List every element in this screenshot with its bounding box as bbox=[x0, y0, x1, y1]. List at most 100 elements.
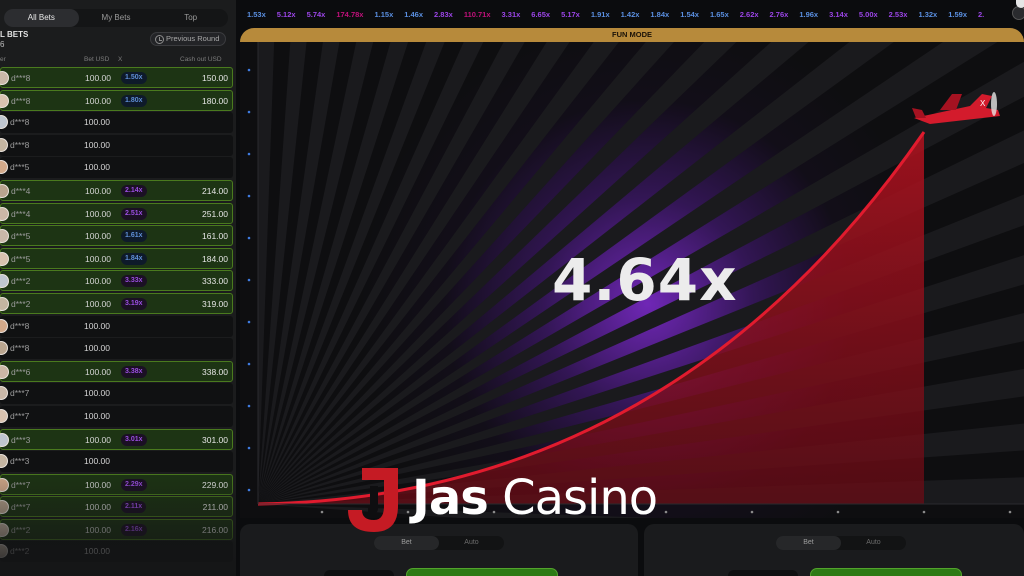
history-multiplier[interactable]: 5.12x bbox=[277, 10, 296, 19]
bets-column-headers: er Bet USD X Cash out USD bbox=[0, 56, 236, 66]
bet-row: d***2 100.00 3.33x 333.00 bbox=[0, 270, 233, 292]
axis-dot bbox=[247, 446, 251, 450]
tab-auto[interactable]: Auto bbox=[841, 536, 906, 550]
col-bet: Bet USD bbox=[84, 56, 110, 63]
history-multiplier[interactable]: 2. bbox=[978, 10, 984, 19]
cashout-amount: 180.00 bbox=[202, 95, 228, 106]
axis-dot bbox=[247, 152, 251, 156]
bet-amount: 100.00 bbox=[84, 139, 110, 150]
stake-input-2[interactable] bbox=[728, 570, 798, 576]
history-multiplier[interactable]: 2.83x bbox=[434, 10, 453, 19]
history-multiplier[interactable]: 110.71x bbox=[464, 10, 491, 19]
cashout-multiplier: 1.61x bbox=[121, 230, 147, 243]
history-multiplier[interactable]: 1.96x bbox=[799, 10, 818, 19]
bet-amount: 100.00 bbox=[84, 456, 110, 467]
avatar bbox=[0, 71, 9, 85]
history-multiplier[interactable]: 1.46x bbox=[404, 10, 423, 19]
player-name: d***7 bbox=[11, 502, 31, 513]
player-name: d***7 bbox=[10, 410, 30, 421]
avatar bbox=[0, 93, 9, 108]
player-name: d***8 bbox=[10, 343, 30, 354]
bet-row: d***8 100.00 1.80x 180.00 bbox=[0, 89, 233, 111]
cashout-multiplier: 1.50x bbox=[121, 72, 147, 84]
avatar bbox=[0, 341, 8, 356]
bet-amount: 100.00 bbox=[84, 343, 110, 354]
history-multiplier[interactable]: 1.65x bbox=[710, 10, 729, 19]
stake-input-1[interactable] bbox=[324, 570, 394, 576]
svg-text:X: X bbox=[980, 99, 986, 108]
history-multiplier[interactable]: 1.32x bbox=[918, 10, 937, 19]
tab-my-bets[interactable]: My Bets bbox=[79, 9, 154, 27]
avatar bbox=[0, 544, 8, 559]
cashout-amount: 251.00 bbox=[202, 208, 228, 219]
tab-bet[interactable]: Bet bbox=[776, 536, 841, 550]
history-multiplier[interactable]: 1.91x bbox=[591, 10, 610, 19]
previous-round-label: Previous Round bbox=[166, 34, 220, 43]
history-multiplier[interactable]: 3.31x bbox=[502, 10, 521, 19]
history-multiplier[interactable]: 1.53x bbox=[247, 10, 266, 19]
player-name: d***2 bbox=[11, 276, 31, 287]
history-multiplier[interactable]: 5.17x bbox=[561, 10, 580, 19]
history-multiplier[interactable]: 6.65x bbox=[531, 10, 550, 19]
history-multiplier[interactable]: 2.53x bbox=[889, 10, 908, 19]
bet-row: d***4 100.00 2.51x 251.00 bbox=[0, 202, 233, 224]
axis-dot bbox=[247, 68, 251, 72]
axis-dot bbox=[247, 278, 251, 282]
bet-amount: 100.00 bbox=[84, 410, 110, 421]
history-multiplier[interactable]: 2.62x bbox=[740, 10, 759, 19]
bet-row: d***2 100.00 3.19x 319.00 bbox=[0, 292, 233, 314]
tab-all-bets[interactable]: All Bets bbox=[4, 9, 79, 27]
history-toggle-button[interactable] bbox=[1012, 6, 1024, 20]
cashout-amount: 333.00 bbox=[202, 276, 228, 287]
cashout-multiplier: 3.38x bbox=[121, 365, 147, 378]
player-name: d***5 bbox=[11, 231, 31, 242]
bet-row: d***3 100.00 bbox=[0, 451, 233, 473]
avatar bbox=[0, 318, 8, 333]
history-multiplier[interactable]: 1.84x bbox=[650, 10, 669, 19]
player-name: d***3 bbox=[10, 456, 30, 467]
history-multiplier[interactable]: 5.74x bbox=[307, 10, 326, 19]
history-multiplier[interactable]: 2.76x bbox=[770, 10, 789, 19]
history-multiplier[interactable]: 1.54x bbox=[680, 10, 699, 19]
history-multiplier[interactable]: 1.15x bbox=[374, 10, 393, 19]
bet-button-1[interactable] bbox=[406, 568, 558, 576]
jas-casino-logo: Jas Casino bbox=[340, 462, 700, 542]
axis-dot bbox=[247, 110, 251, 114]
previous-round-button[interactable]: Previous Round bbox=[150, 32, 226, 46]
avatar bbox=[0, 364, 9, 379]
cashout-amount: 184.00 bbox=[202, 253, 228, 264]
history-multiplier[interactable]: 1.42x bbox=[621, 10, 640, 19]
history-multiplier[interactable]: 3.14x bbox=[829, 10, 848, 19]
avatar bbox=[0, 229, 9, 244]
history-multiplier[interactable]: 1.59x bbox=[948, 10, 967, 19]
player-name: d***2 bbox=[10, 546, 30, 557]
axis-dot bbox=[750, 510, 754, 514]
bet-amount: 100.00 bbox=[84, 546, 110, 557]
player-name: d***8 bbox=[11, 95, 31, 106]
cashout-amount: 301.00 bbox=[202, 434, 228, 445]
cashout-multiplier: 1.84x bbox=[121, 252, 147, 265]
history-multiplier[interactable]: 5.00x bbox=[859, 10, 878, 19]
bet-button-2[interactable] bbox=[810, 568, 962, 576]
bet-row: d***2 100.00 bbox=[0, 541, 233, 563]
avatar bbox=[0, 296, 9, 311]
bet-amount: 100.00 bbox=[85, 479, 111, 490]
bet-amount: 100.00 bbox=[85, 231, 111, 242]
avatar bbox=[0, 183, 9, 198]
tab-top[interactable]: Top bbox=[153, 9, 228, 27]
axis-dot bbox=[836, 510, 840, 514]
cashout-multiplier: 3.19x bbox=[121, 297, 147, 310]
round-history-bar: 1.53x 5.12x 5.74x 174.78x 1.15x 1.46x 2.83x 110… bbox=[240, 6, 1024, 22]
axis-dot bbox=[247, 362, 251, 366]
cashout-amount: 229.00 bbox=[202, 479, 228, 490]
bets-count: 6 bbox=[0, 40, 5, 49]
cashout-multiplier: 2.29x bbox=[121, 478, 147, 491]
bet-row: d***8 100.00 bbox=[0, 338, 233, 360]
cashout-multiplier: 1.80x bbox=[121, 94, 147, 107]
cashout-amount: 338.00 bbox=[202, 366, 228, 377]
player-name: d***3 bbox=[11, 434, 31, 445]
bet-row: d***8 100.00 1.50x 150.00 bbox=[0, 67, 233, 88]
history-multiplier[interactable]: 174.78x bbox=[336, 10, 363, 19]
bets-list: d***8 100.00 1.50x 150.00 d***8 100.00 1.80x 18… bbox=[0, 67, 236, 564]
cashout-amount: 319.00 bbox=[202, 298, 228, 309]
